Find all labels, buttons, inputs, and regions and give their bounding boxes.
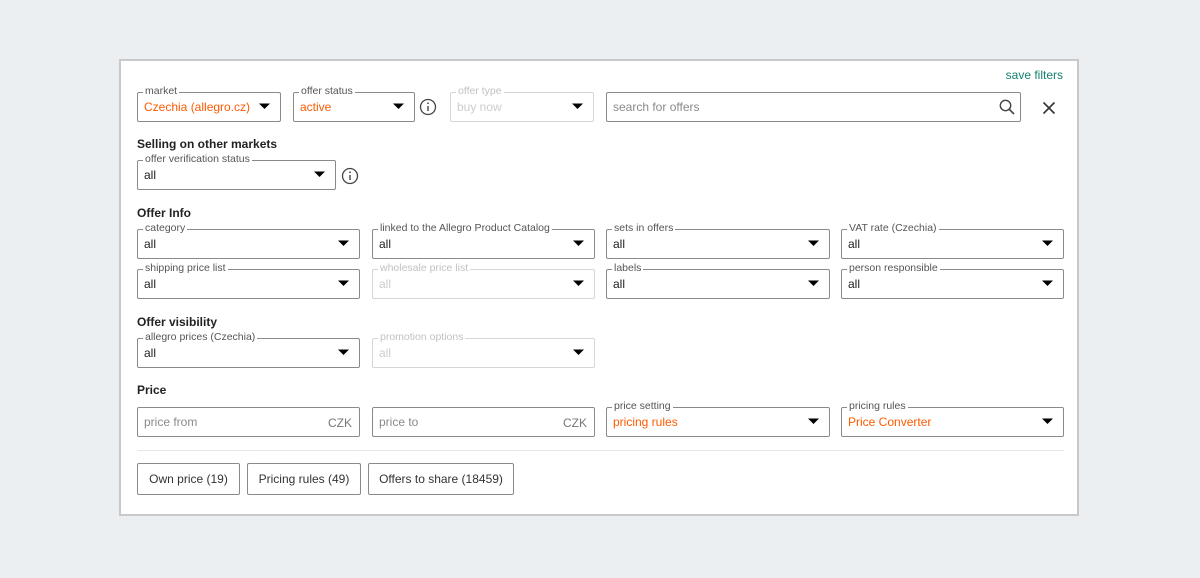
person-responsible-label: person responsible <box>847 262 940 275</box>
offer-status-select[interactable]: offer status active <box>293 85 415 122</box>
search-icon[interactable] <box>999 99 1015 115</box>
shipping-price-list-label: shipping price list <box>143 262 228 275</box>
offer-verification-status-value: all <box>144 168 157 182</box>
promotion-options-label: promotion options <box>378 331 466 344</box>
labels-label: labels <box>612 262 644 275</box>
offers-to-share-button[interactable]: Offers to share (18459) <box>368 463 514 495</box>
search-placeholder: search for offers <box>613 100 700 114</box>
allegro-prices-label: allegro prices (Czechia) <box>143 331 258 344</box>
close-icon[interactable] <box>1042 101 1056 115</box>
vat-rate-label: VAT rate (Czechia) <box>847 222 939 235</box>
category-select[interactable]: category all <box>137 222 360 259</box>
chevron-down-icon <box>313 170 326 179</box>
pricing-rules-select[interactable]: pricing rules Price Converter <box>841 400 1064 437</box>
chevron-down-icon <box>392 102 405 111</box>
offer-status-label: offer status <box>299 85 355 98</box>
allegro-prices-select[interactable]: allegro prices (Czechia) all <box>137 331 360 368</box>
pricing-rules-button[interactable]: Pricing rules (49) <box>247 463 361 495</box>
vat-rate-value: all <box>848 237 861 251</box>
person-responsible-select[interactable]: person responsible all <box>841 262 1064 299</box>
offer-verification-status-label: offer verification status <box>143 153 252 166</box>
offer-type-label: offer type <box>456 85 504 98</box>
sets-in-offers-value: all <box>613 237 626 251</box>
section-title-price: Price <box>137 383 167 397</box>
chevron-down-icon <box>1041 417 1054 426</box>
chevron-down-icon <box>258 102 271 111</box>
divider <box>137 450 1064 451</box>
offer-type-value: buy now <box>457 100 502 114</box>
category-value: all <box>144 237 157 251</box>
info-icon[interactable] <box>419 98 437 116</box>
sets-in-offers-label: sets in offers <box>612 222 676 235</box>
labels-value: all <box>613 277 626 291</box>
chevron-down-icon <box>337 348 350 357</box>
market-value: Czechia (allegro.cz) <box>144 100 251 114</box>
pricing-rules-label: pricing rules <box>847 400 908 413</box>
chevron-down-icon <box>572 239 585 248</box>
price-from-placeholder: price from <box>144 415 198 429</box>
chevron-down-icon <box>337 279 350 288</box>
chevron-down-icon <box>807 417 820 426</box>
category-label: category <box>143 222 188 235</box>
save-filters-link[interactable]: save filters <box>1006 68 1063 82</box>
currency-unit: CZK <box>328 416 352 430</box>
wholesale-price-list-label: wholesale price list <box>378 262 471 275</box>
filters-panel: save filters market Czechia (allegro.cz)… <box>119 59 1079 516</box>
wholesale-price-list-select: wholesale price list all <box>372 262 595 299</box>
chevron-down-icon <box>337 239 350 248</box>
offer-verification-status-select[interactable]: offer verification status all <box>137 153 336 190</box>
chevron-down-icon <box>807 279 820 288</box>
info-icon[interactable] <box>341 167 359 185</box>
market-select[interactable]: market Czechia (allegro.cz) <box>137 85 281 122</box>
section-title-offer-info: Offer Info <box>137 206 191 220</box>
vat-rate-select[interactable]: VAT rate (Czechia) all <box>841 222 1064 259</box>
chevron-down-icon <box>572 348 585 357</box>
offer-type-select: offer type buy now <box>450 85 594 122</box>
price-setting-select[interactable]: price setting pricing rules <box>606 400 830 437</box>
market-label: market <box>143 85 180 98</box>
promotion-options-value: all <box>379 346 392 360</box>
linked-catalog-value: all <box>379 237 392 251</box>
price-setting-value: pricing rules <box>613 415 678 429</box>
section-title-selling-other-markets: Selling on other markets <box>137 137 278 151</box>
allegro-prices-value: all <box>144 346 157 360</box>
search-input[interactable]: search for offers <box>606 92 1021 122</box>
currency-unit: CZK <box>563 416 587 430</box>
wholesale-price-list-value: all <box>379 277 392 291</box>
linked-catalog-label: linked to the Allegro Product Catalog <box>378 222 552 235</box>
chevron-down-icon <box>571 102 584 111</box>
chevron-down-icon <box>572 279 585 288</box>
shipping-price-list-select[interactable]: shipping price list all <box>137 262 360 299</box>
linked-catalog-select[interactable]: linked to the Allegro Product Catalog al… <box>372 222 595 259</box>
price-to-placeholder: price to <box>379 415 419 429</box>
price-from-input[interactable]: price from CZK <box>137 407 360 437</box>
chevron-down-icon <box>1041 239 1054 248</box>
price-to-input[interactable]: price to CZK <box>372 407 595 437</box>
sets-in-offers-select[interactable]: sets in offers all <box>606 222 830 259</box>
chevron-down-icon <box>807 239 820 248</box>
price-setting-label: price setting <box>612 400 673 413</box>
offer-status-value: active <box>300 100 332 114</box>
pricing-rules-value: Price Converter <box>848 415 932 429</box>
labels-select[interactable]: labels all <box>606 262 830 299</box>
section-title-offer-visibility: Offer visibility <box>137 315 218 329</box>
promotion-options-select: promotion options all <box>372 331 595 368</box>
person-responsible-value: all <box>848 277 861 291</box>
chevron-down-icon <box>1041 279 1054 288</box>
shipping-price-list-value: all <box>144 277 157 291</box>
own-price-button[interactable]: Own price (19) <box>137 463 240 495</box>
